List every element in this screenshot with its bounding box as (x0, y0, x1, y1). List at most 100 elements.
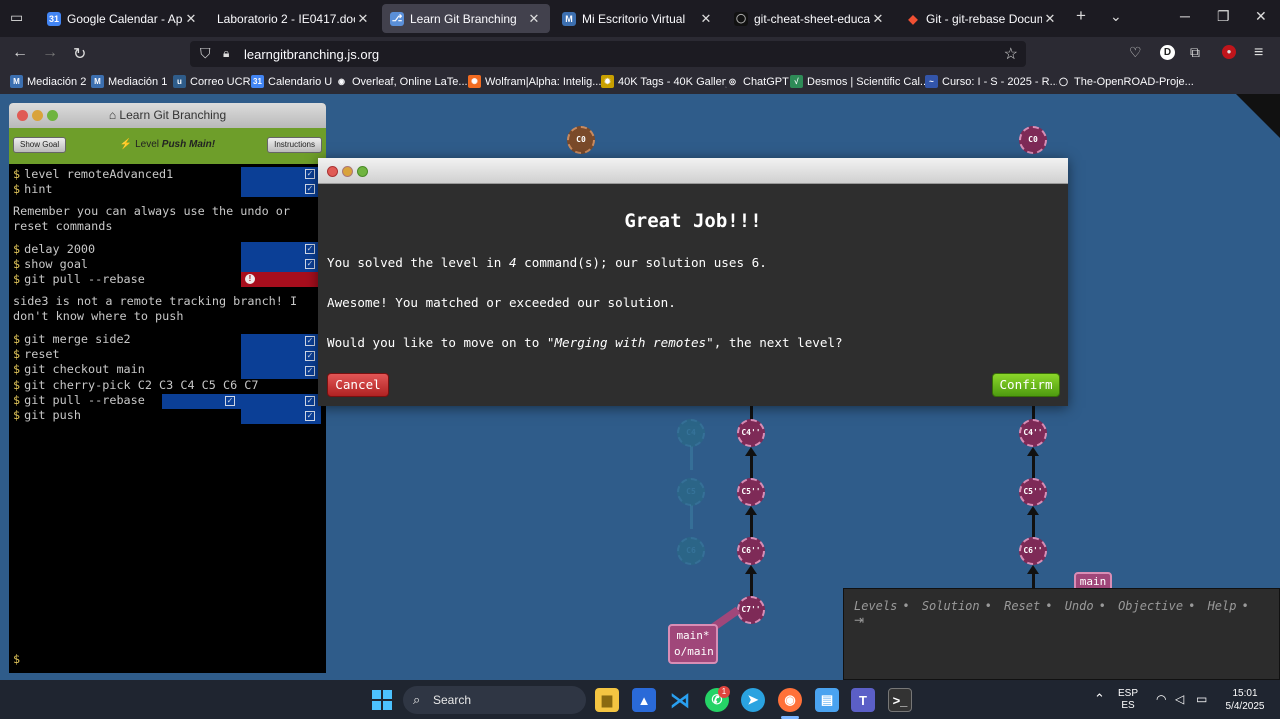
notepad-icon[interactable]: ▤ (815, 688, 839, 712)
close-tab-icon[interactable]: ✕ (355, 11, 371, 27)
error-message: side3 is not a remote tracking branch! I… (13, 294, 298, 323)
commit-c4[interactable]: C4'' (737, 419, 765, 447)
new-tab-icon[interactable]: + (1076, 6, 1086, 26)
tab-title: Google Calendar - April 202 (67, 11, 183, 26)
commit-c7[interactable]: C7'' (737, 596, 765, 624)
command-line: $ git push (13, 408, 81, 422)
windows-start-icon[interactable] (370, 688, 394, 712)
minimize-dot-icon[interactable] (32, 110, 43, 121)
tab-google-calendar[interactable]: 31 Google Calendar - April 202 ✕ (39, 4, 207, 33)
bookmark-item[interactable]: M Mediación 2 (10, 75, 86, 88)
commit-c5[interactable]: C5'' (737, 478, 765, 506)
branch-main-local[interactable]: main* o/main (668, 624, 718, 664)
extension-shield-icon[interactable]: ● (1222, 45, 1236, 59)
back-icon[interactable]: ← (12, 44, 28, 62)
instructions-button[interactable]: Instructions (267, 137, 322, 153)
maximize-dot-icon[interactable] (47, 110, 58, 121)
commit-c0-remote[interactable]: C0 (1019, 126, 1047, 154)
check-icon: ✓ (305, 366, 315, 376)
bookmark-icon: u (173, 75, 186, 88)
commit-c0-left[interactable]: C0 (567, 126, 595, 154)
arrow-up-icon (745, 447, 757, 456)
tab-laboratorio[interactable]: Laboratorio 2 - IE0417.docx - La ✕ (209, 4, 379, 33)
clock[interactable]: 15:01 5/4/2025 (1220, 687, 1270, 713)
minimize-icon[interactable]: ─ (1180, 8, 1190, 24)
bookmark-icon: ◎ (726, 75, 739, 88)
taskbar-search[interactable]: ⌕ Search (403, 686, 586, 714)
command-line: $ level remoteAdvanced1 (13, 167, 174, 181)
bookmark-item[interactable]: ✹ 40K Tags - 40K Gallery (601, 75, 731, 88)
language-indicator[interactable]: ESP ES (1118, 688, 1138, 712)
commit-c4-remote[interactable]: C4'' (1019, 419, 1047, 447)
close-tab-icon[interactable]: ✕ (526, 11, 542, 27)
close-tab-icon[interactable]: ✕ (1042, 11, 1058, 27)
minimize-dot-icon[interactable] (342, 166, 353, 177)
bookmark-item[interactable]: ✺ Wolfram|Alpha: Intelig... (468, 75, 601, 88)
close-tab-icon[interactable]: ✕ (698, 11, 714, 27)
command-input[interactable]: $ (13, 652, 24, 667)
help-link[interactable]: Help (1208, 599, 1237, 613)
url-text[interactable]: learngitbranching.js.org (244, 47, 379, 62)
undo-link[interactable]: Undo (1065, 599, 1094, 613)
command-line: $ git checkout main (13, 362, 145, 376)
commit-c6-remote[interactable]: C6'' (1019, 537, 1047, 565)
pocket-icon[interactable]: ♡ (1129, 44, 1142, 61)
bookmark-item[interactable]: ~ Curso: I - S - 2025 - R... (925, 75, 1059, 88)
vscode-icon[interactable]: ⋊ (668, 688, 692, 712)
close-dot-icon[interactable] (17, 110, 28, 121)
volume-icon[interactable]: ◁ (1175, 692, 1184, 706)
address-bar[interactable]: ⛉ 🔒︎ learngitbranching.js.org ☆ (190, 41, 1026, 67)
bookmark-item[interactable]: √ Desmos | Scientific Cal... (790, 75, 929, 88)
tab-mi-escritorio[interactable]: M Mi Escritorio Virtual ✕ (554, 4, 722, 33)
home-icon: ⌂ (108, 108, 120, 122)
bookmark-item[interactable]: M Mediación 1 (91, 75, 167, 88)
forward-icon[interactable]: → (42, 44, 58, 62)
wifi-icon[interactable]: ◠ (1156, 692, 1166, 706)
level-complete-dialog: Great Job!!! You solved the level in 4 c… (318, 158, 1068, 406)
bookmark-item[interactable]: 31 Calendario U (251, 75, 332, 88)
bookmark-item[interactable]: u Correo UCR (173, 75, 251, 88)
close-dot-icon[interactable] (327, 166, 338, 177)
confirm-button[interactable]: Confirm (992, 373, 1060, 397)
account-avatar-icon[interactable]: D (1160, 45, 1175, 60)
tab-overview-icon[interactable]: ▭ (10, 9, 23, 26)
file-explorer-icon[interactable]: ▆ (595, 688, 619, 712)
teams-icon[interactable]: T (851, 688, 875, 712)
tab-learn-git-branching[interactable]: ⎇ Learn Git Branching ✕ (382, 4, 550, 33)
firefox-icon[interactable]: ◉ (778, 688, 802, 712)
show-hidden-icons[interactable]: ⌃ (1094, 691, 1105, 707)
close-tab-icon[interactable]: ✕ (183, 11, 199, 27)
bookmark-star-icon[interactable]: ☆ (1004, 44, 1018, 64)
close-tab-icon[interactable]: ✕ (870, 11, 886, 27)
commit-c5-remote[interactable]: C5'' (1019, 478, 1047, 506)
reset-link[interactable]: Reset (1004, 599, 1040, 613)
sign-out-icon[interactable]: ⇥ (854, 613, 864, 627)
list-tabs-icon[interactable]: ⌄ (1110, 8, 1122, 25)
bookmark-item[interactable]: ◎ ChatGPT (726, 75, 789, 88)
close-window-icon[interactable]: ✕ (1255, 8, 1267, 25)
cancel-button[interactable]: Cancel (327, 373, 389, 397)
menu-icon[interactable]: ≡ (1254, 44, 1263, 62)
solution-link[interactable]: Solution (922, 599, 980, 613)
extensions-icon[interactable]: ⧉ (1190, 44, 1200, 61)
battery-icon[interactable]: ▭ (1196, 692, 1207, 706)
bookmark-item[interactable]: ◉ Overleaf, Online LaTe... (335, 75, 468, 88)
bookmark-item[interactable]: ◯ The-OpenROAD-Proje... (1057, 75, 1194, 88)
command-line: $ git cherry-pick C2 C3 C4 C5 C6 C7 (13, 378, 259, 392)
search-icon: ⌕ (413, 692, 421, 707)
levels-link[interactable]: Levels (854, 599, 897, 613)
commit-c6[interactable]: C6'' (737, 537, 765, 565)
window-controls (327, 166, 368, 177)
reload-icon[interactable]: ↻ (73, 44, 86, 64)
restore-icon[interactable]: ❐ (1217, 8, 1230, 25)
objective-link[interactable]: Objective (1118, 599, 1183, 613)
telegram-icon[interactable]: ➤ (741, 688, 765, 712)
lock-icon[interactable]: 🔒︎ (223, 46, 229, 61)
shield-icon[interactable]: ⛉ (200, 45, 211, 62)
tab-git-cheat-sheet[interactable]: ◯ git-cheat-sheet-education - ✕ (726, 4, 894, 33)
maximize-dot-icon[interactable] (357, 166, 368, 177)
github-corner-icon[interactable] (1236, 94, 1280, 138)
tab-git-rebase[interactable]: ◆ Git - git-rebase Documentat ✕ (898, 4, 1066, 33)
photos-icon[interactable]: ▲ (632, 688, 656, 712)
terminal-icon[interactable]: >_ (888, 688, 912, 712)
